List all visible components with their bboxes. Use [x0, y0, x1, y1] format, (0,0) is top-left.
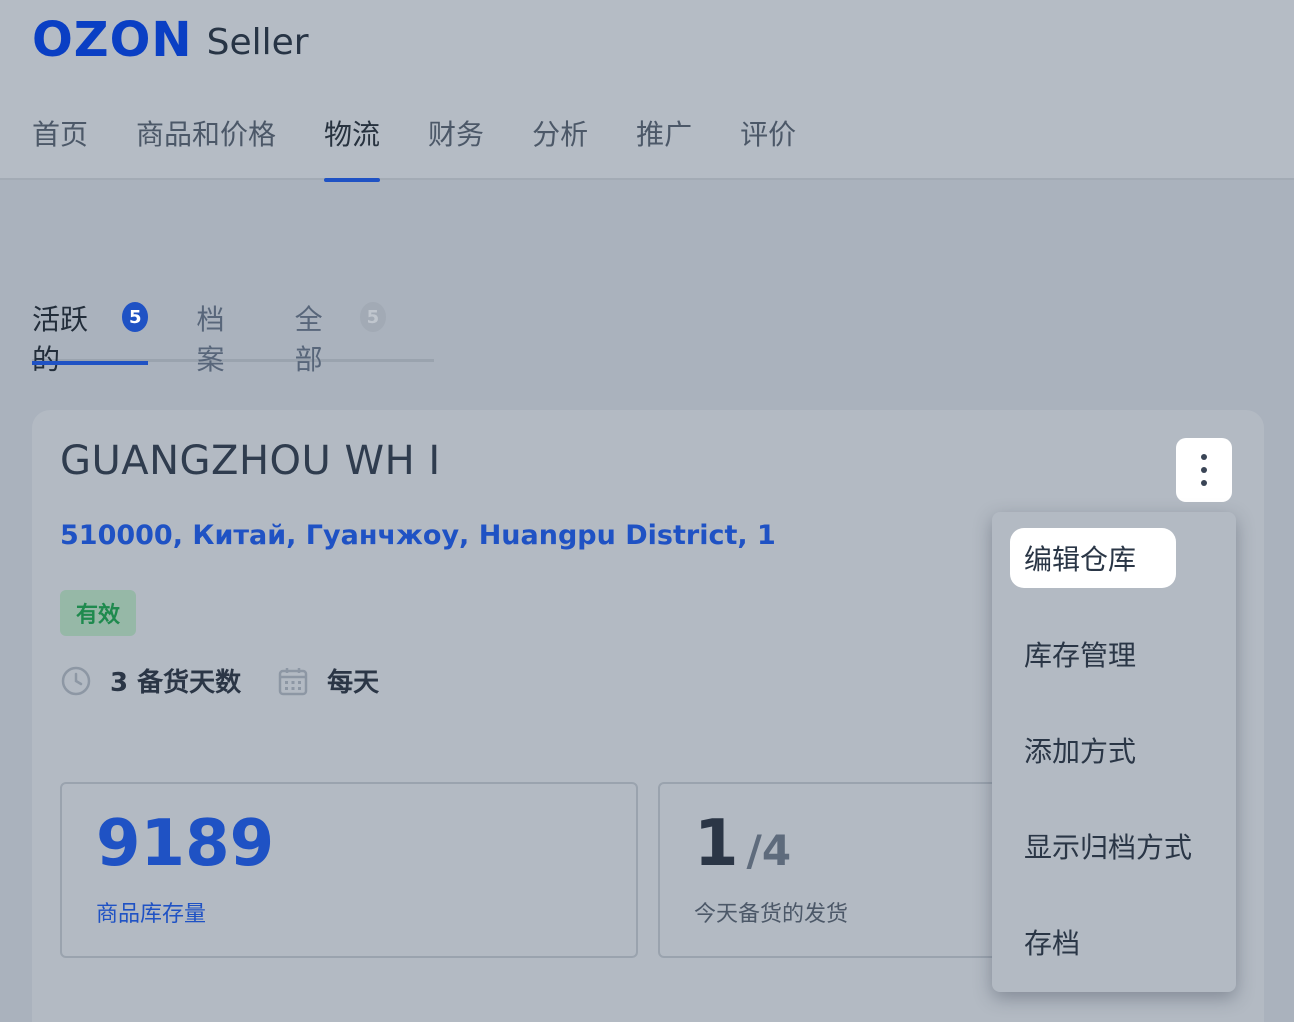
status-badge: 有效 [60, 590, 137, 636]
more-vertical-icon-dot [1201, 467, 1207, 473]
more-vertical-icon-dot [1201, 480, 1207, 486]
tab-all-label: 全部 [294, 303, 323, 376]
stock-label: 商品库存量 [96, 902, 207, 927]
main-nav: 首页 商品和价格 物流 财务 分析 推广 评价 [32, 112, 844, 182]
warehouse-tabs: 活跃的 5 档案 全部 5 [32, 292, 434, 376]
stock-stat-card[interactable]: 9189 商品库存量 [60, 782, 638, 958]
shipments-value: 1 [694, 807, 739, 881]
calendar-icon [278, 667, 308, 695]
logo-subtitle: Seller [206, 22, 309, 63]
schedule-text: 每天 [327, 668, 380, 698]
shipments-total: /4 [746, 826, 792, 875]
warehouse-name: GUANGZHOU WH I [60, 438, 441, 484]
more-vertical-icon [1201, 454, 1207, 460]
shipments-label: 今天备货的发货 [694, 902, 849, 927]
header: OZON Seller 首页 商品和价格 物流 财务 分析 推广 评价 [0, 0, 1294, 182]
nav-analytics[interactable]: 分析 [532, 112, 588, 180]
warehouse-meta: 3 备货天数 每天 [60, 662, 379, 699]
menu-item-archive[interactable]: 存档 [1010, 912, 1094, 972]
menu-item-add-method[interactable]: 添加方式 [1010, 720, 1150, 780]
tab-archive[interactable]: 档案 [196, 292, 246, 376]
nav-finance[interactable]: 财务 [428, 112, 484, 180]
menu-item-show-archived-methods[interactable]: 显示归档方式 [1010, 816, 1206, 876]
more-options-button[interactable] [1176, 438, 1232, 502]
prep-days-text: 3 备货天数 [110, 668, 242, 698]
tab-active[interactable]: 活跃的 5 [32, 292, 149, 376]
tab-all-count-badge: 5 [359, 302, 386, 332]
menu-item-stock-management[interactable]: 库存管理 [1010, 624, 1150, 684]
logo-mark: OZON [32, 12, 193, 68]
nav-products-prices[interactable]: 商品和价格 [136, 112, 276, 180]
warehouse-address-link[interactable]: 510000, Китай, Гуанчжоу, Huangpu Distric… [60, 520, 776, 551]
ozon-seller-logo[interactable]: OZON Seller [32, 14, 309, 66]
tab-archive-label: 档案 [196, 303, 225, 376]
tab-active-label: 活跃的 [32, 303, 89, 376]
tab-active-count-badge: 5 [122, 302, 149, 332]
nav-home[interactable]: 首页 [32, 112, 88, 180]
clock-icon [61, 666, 91, 695]
menu-item-edit-warehouse[interactable]: 编辑仓库 [1010, 528, 1176, 588]
nav-reviews[interactable]: 评价 [740, 112, 796, 180]
tab-all[interactable]: 全部 5 [295, 292, 386, 376]
nav-promotion[interactable]: 推广 [636, 112, 692, 180]
shipments-value-group: 1/4 [694, 812, 791, 876]
stock-value: 9189 [96, 807, 275, 881]
nav-logistics[interactable]: 物流 [324, 112, 381, 182]
warehouse-actions-menu: 编辑仓库 库存管理 添加方式 显示归档方式 存档 [992, 512, 1236, 992]
